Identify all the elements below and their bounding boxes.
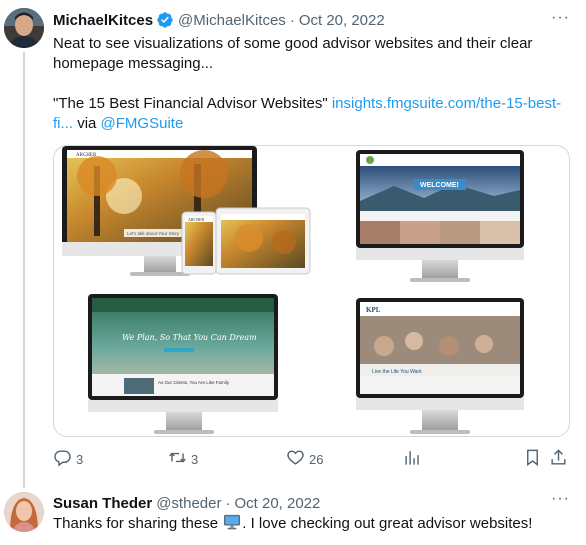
via-text: via [77, 115, 97, 132]
views-button[interactable] [403, 448, 422, 470]
mockup-archer-tablet [215, 207, 311, 275]
separator-dot: · [289, 11, 295, 29]
more-icon[interactable]: ··· [551, 9, 570, 27]
reply-text-end: . I love checking out great advisor webs… [242, 515, 533, 532]
mockup2-banner: WELCOME! [420, 182, 459, 189]
tweet-header: MichaelKitces @MichaelKitces · Oct 20, 2… [53, 9, 385, 31]
quote-title: "The 15 Best Financial Advisor Websites" [53, 95, 328, 112]
like-button[interactable]: 26 [286, 448, 323, 470]
mockup-kpl-desktop: KPL Live the Life You Want [356, 298, 524, 434]
tweet-media-image[interactable]: ARCHER Let's talk about Your Story ARCHE… [53, 145, 570, 437]
separator-dot: · [225, 494, 231, 512]
author-handle[interactable]: @MichaelKitces [178, 12, 286, 29]
retweet-button[interactable]: 3 [168, 448, 198, 470]
mockup4-logo: KPL [366, 306, 381, 314]
avatar-michaelkitces[interactable] [4, 8, 44, 48]
mockup1-tablet-logo: ARCHER [188, 217, 205, 222]
reply-icon [53, 448, 72, 470]
tweet-body-quote: "The 15 Best Financial Advisor Websites"… [53, 94, 568, 134]
reply-text-start: Thanks for sharing these [53, 515, 219, 532]
tweet-body: Neat to see visualizations of some good … [53, 35, 533, 72]
share-icon [549, 448, 568, 470]
verified-badge-icon [156, 11, 174, 29]
reply-count: 3 [76, 451, 84, 467]
retweet-count: 3 [191, 451, 199, 467]
views-icon [403, 448, 422, 470]
avatar-susantheder[interactable] [4, 492, 44, 532]
like-count: 26 [309, 451, 324, 467]
mockup-beach-desktop: We Plan, So That You Can Dream As Our Cl… [88, 294, 278, 434]
mockup3-banner: We Plan, So That You Can Dream [122, 333, 257, 342]
reply-button[interactable]: 3 [53, 448, 83, 470]
retweet-icon [168, 448, 187, 470]
tweet-date[interactable]: Oct 20, 2022 [299, 12, 385, 29]
mockup4-banner: Live the Life You Want [372, 369, 422, 375]
tweet-header: Susan Theder @stheder · Oct 20, 2022 [53, 492, 320, 514]
computer-emoji-icon [223, 514, 241, 530]
more-icon[interactable]: ··· [551, 490, 570, 508]
mockup-welcome-desktop: WELCOME! [356, 150, 524, 282]
mockup-archer-phone: ARCHER [181, 211, 217, 275]
share-button[interactable] [549, 448, 568, 470]
tweet-date[interactable]: Oct 20, 2022 [234, 495, 320, 512]
bookmark-icon [523, 448, 542, 470]
thread-connector-line [23, 52, 25, 488]
tweet-body: Thanks for sharing these . I love checki… [53, 514, 568, 534]
bookmark-button[interactable] [523, 448, 542, 470]
author-name[interactable]: Susan Theder [53, 495, 152, 512]
author-handle[interactable]: @stheder [156, 495, 221, 512]
author-name[interactable]: MichaelKitces [53, 12, 153, 29]
tweet-action-bar: 3 3 26 [53, 448, 568, 470]
mockup3-caption: As Our Clients, You Are Like Family [158, 380, 230, 385]
mockup1-banner: Let's talk about Your Story [127, 231, 180, 236]
mention-link[interactable]: @FMGSuite [101, 115, 184, 132]
like-icon [286, 448, 305, 470]
